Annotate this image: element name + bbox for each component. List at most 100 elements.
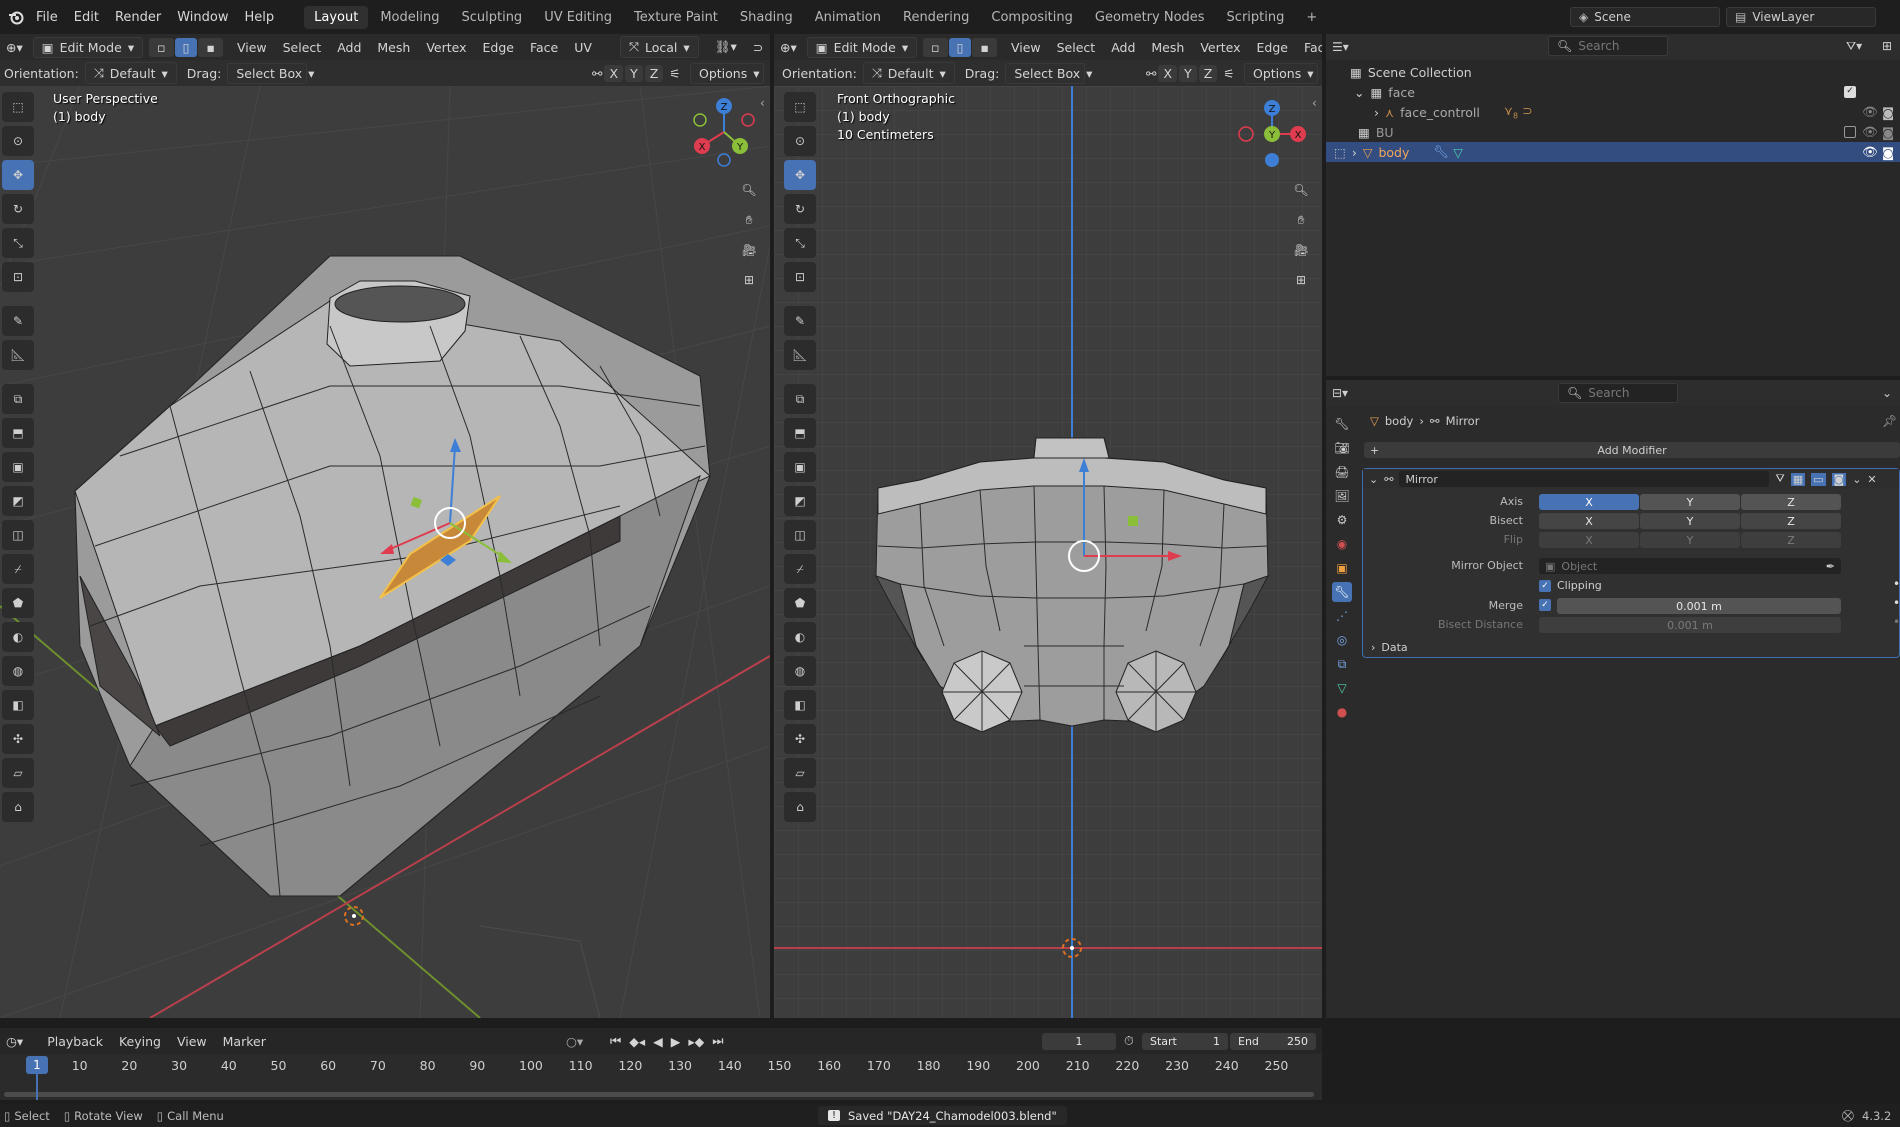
data-subpanel-header[interactable]: › Data <box>1371 641 1408 654</box>
axis-y-toggle[interactable]: Y <box>1640 494 1740 510</box>
bisect-distance-field[interactable]: 0.001 m <box>1539 617 1841 633</box>
add-modifier-button[interactable]: + Add Modifier <box>1364 442 1900 458</box>
vertex-select-icon[interactable]: ▫ <box>149 37 174 57</box>
menu-edit[interactable]: Edit <box>66 10 107 25</box>
scene-collection-row[interactable]: ▦ Scene Collection <box>1326 62 1900 82</box>
merge-distance-field[interactable]: 0.001 m <box>1557 598 1841 614</box>
right-pan-hand-icon[interactable]: ✋︎ <box>1287 206 1315 234</box>
right-orientation-dropdown[interactable]: ⤨ Default ▾ <box>862 62 955 84</box>
right-menu-face[interactable]: Face <box>1296 38 1322 57</box>
rip-tool-icon[interactable]: ⌂ <box>2 792 34 822</box>
tab-rendering[interactable]: Rendering <box>893 6 979 29</box>
outliner-item-body[interactable]: ⬚ › ▽ body 🔧︎ ▽ 👁︎ ◙ <box>1326 142 1900 162</box>
object-tab-icon[interactable]: ▣ <box>1332 558 1352 578</box>
jump-start-icon[interactable]: ⏮ <box>610 1033 621 1049</box>
options-dropdown[interactable]: Options ▾ <box>690 62 764 84</box>
filter-icon[interactable]: ⛛▾ <box>1846 39 1862 54</box>
pivot-selector[interactable]: ⤧ Local ▾ <box>619 36 699 58</box>
blender-logo-icon[interactable] <box>4 9 28 25</box>
flip-z-toggle[interactable]: Z <box>1741 532 1841 548</box>
flip-x-toggle[interactable]: X <box>1539 532 1639 548</box>
right-editor-type-icon[interactable]: ⊕▾ <box>774 40 803 55</box>
data-tab-icon[interactable]: ▽ <box>1332 678 1352 698</box>
camera-icon[interactable]: ◙ <box>1882 145 1894 160</box>
play-reverse-icon[interactable]: ◀ <box>653 1034 663 1049</box>
clipping-checkbox-row[interactable]: ✓ Clipping <box>1539 579 1602 592</box>
expand-arrow-icon[interactable]: ⌄ <box>1354 85 1364 100</box>
right-poly-build-tool-icon[interactable]: ⬟ <box>784 588 816 618</box>
knife-tool-icon[interactable]: ⌿ <box>2 554 34 584</box>
collapse-arrow-icon[interactable]: ⌄ <box>1369 473 1378 486</box>
playhead[interactable]: 1 <box>26 1056 48 1074</box>
tab-geometry-nodes[interactable]: Geometry Nodes <box>1085 6 1215 29</box>
smooth-tool-icon[interactable]: ◍ <box>2 656 34 686</box>
right-edge-slide-tool-icon[interactable]: ◧ <box>784 690 816 720</box>
right-vertex-select-icon[interactable]: ▫ <box>923 37 948 57</box>
mode-selector[interactable]: ▣ Edit Mode ▾ <box>32 36 144 58</box>
menu-playback[interactable]: Playback <box>39 1032 111 1051</box>
extrude-tool-icon[interactable]: ⬒ <box>2 418 34 448</box>
modifier-menu-icon[interactable]: ⌄ <box>1852 473 1861 486</box>
start-frame-field[interactable]: Start 1 <box>1142 1033 1228 1050</box>
stopwatch-icon[interactable]: ⏱ <box>1124 1033 1134 1049</box>
bisect-keyframe-dot[interactable]: • <box>1893 615 1900 629</box>
right-mirror-z-toggle[interactable]: Z <box>1198 64 1218 82</box>
tab-sculpting[interactable]: Sculpting <box>451 6 532 29</box>
properties-editor-icon[interactable]: ⊟▾ <box>1332 386 1348 400</box>
right-drag-dropdown[interactable]: Select Box ▾ <box>1005 62 1092 84</box>
outliner-editor-icon[interactable]: ☰▾ <box>1332 40 1349 54</box>
tab-texture-paint[interactable]: Texture Paint <box>624 6 728 29</box>
menu-help[interactable]: Help <box>237 10 283 25</box>
new-collection-icon[interactable]: ⊞ <box>1882 39 1892 53</box>
particles-tab-icon[interactable]: ⋰ <box>1332 606 1352 626</box>
right-scale-tool-icon[interactable]: ⤡ <box>784 228 816 258</box>
eye-icon[interactable]: 👁︎ <box>1862 104 1878 120</box>
right-menu-edge[interactable]: Edge <box>1249 38 1296 57</box>
right-options-dropdown[interactable]: Options ▾ <box>1244 62 1318 84</box>
measure-tool-icon[interactable]: 📐︎ <box>2 340 34 370</box>
mirror-object-field[interactable]: ▣ Object ✒ <box>1539 558 1841 574</box>
loop-cut-tool-icon[interactable]: ◫ <box>2 520 34 550</box>
mirror-z-toggle[interactable]: Z <box>644 64 664 82</box>
editor-type-icon[interactable]: ⊕▾ <box>0 40 29 55</box>
outliner-item-bu[interactable]: ▦ BU 👁︎ ◙ <box>1326 122 1900 142</box>
timeline-scrollbar[interactable] <box>4 1092 1314 1097</box>
eye-icon[interactable]: 👁︎ <box>1862 124 1878 140</box>
tab-uv-editing[interactable]: UV Editing <box>534 6 622 29</box>
flip-y-toggle[interactable]: Y <box>1640 532 1740 548</box>
drag-dropdown[interactable]: Select Box ▾ <box>227 62 314 84</box>
tab-shading[interactable]: Shading <box>730 6 803 29</box>
camera-icon[interactable]: ◙ <box>1882 125 1894 140</box>
mirror-y-toggle[interactable]: Y <box>625 64 643 82</box>
scale-tool-icon[interactable]: ⤡ <box>2 228 34 258</box>
spin-tool-icon[interactable]: ◐ <box>2 622 34 652</box>
axis-x-toggle[interactable]: X <box>1539 494 1639 510</box>
properties-search[interactable]: 🔍︎ Search <box>1558 383 1678 403</box>
transform-tool-icon[interactable]: ⊡ <box>2 262 34 292</box>
view-layer-tab-icon[interactable]: 🖼︎ <box>1332 486 1352 506</box>
render-display-icon[interactable]: ◙ <box>1831 472 1847 486</box>
right-annotate-tool-icon[interactable]: ✎ <box>784 306 816 336</box>
modifier-wrench-icon[interactable]: 🔧︎ <box>1433 144 1449 160</box>
right-smooth-tool-icon[interactable]: ◍ <box>784 656 816 686</box>
clipping-checkbox[interactable]: ✓ <box>1539 579 1551 592</box>
expand-arrow-icon[interactable]: › <box>1374 105 1379 120</box>
inset-tool-icon[interactable]: ▣ <box>2 452 34 482</box>
right-add-cube-tool-icon[interactable]: ⧉ <box>784 384 816 414</box>
material-tab-icon[interactable]: ● <box>1332 702 1352 722</box>
tab-modeling[interactable]: Modeling <box>370 6 449 29</box>
right-camera-view-icon[interactable]: 🎥︎ <box>1287 236 1315 264</box>
right-extrude-tool-icon[interactable]: ⬒ <box>784 418 816 448</box>
modifier-name-field[interactable]: Mirror <box>1399 471 1770 487</box>
eye-icon[interactable]: 👁︎ <box>1862 144 1878 160</box>
mesh-data-icon[interactable]: ▽ <box>1453 145 1463 160</box>
menu-window[interactable]: Window <box>169 10 236 25</box>
right-mirror-x-toggle[interactable]: X <box>1158 64 1178 82</box>
add-cube-tool-icon[interactable]: ⧉ <box>2 384 34 414</box>
constraints-tab-icon[interactable]: ⧉ <box>1332 654 1352 674</box>
left-sidebar-toggle-icon[interactable]: ‹ <box>760 96 765 110</box>
outliner-search[interactable]: 🔍︎ Search <box>1548 36 1668 56</box>
menu-vertex[interactable]: Vertex <box>418 38 474 57</box>
right-cursor-tool-icon[interactable]: ⊙ <box>784 126 816 156</box>
right-zoom-icon[interactable]: 🔍︎ <box>1287 176 1315 204</box>
